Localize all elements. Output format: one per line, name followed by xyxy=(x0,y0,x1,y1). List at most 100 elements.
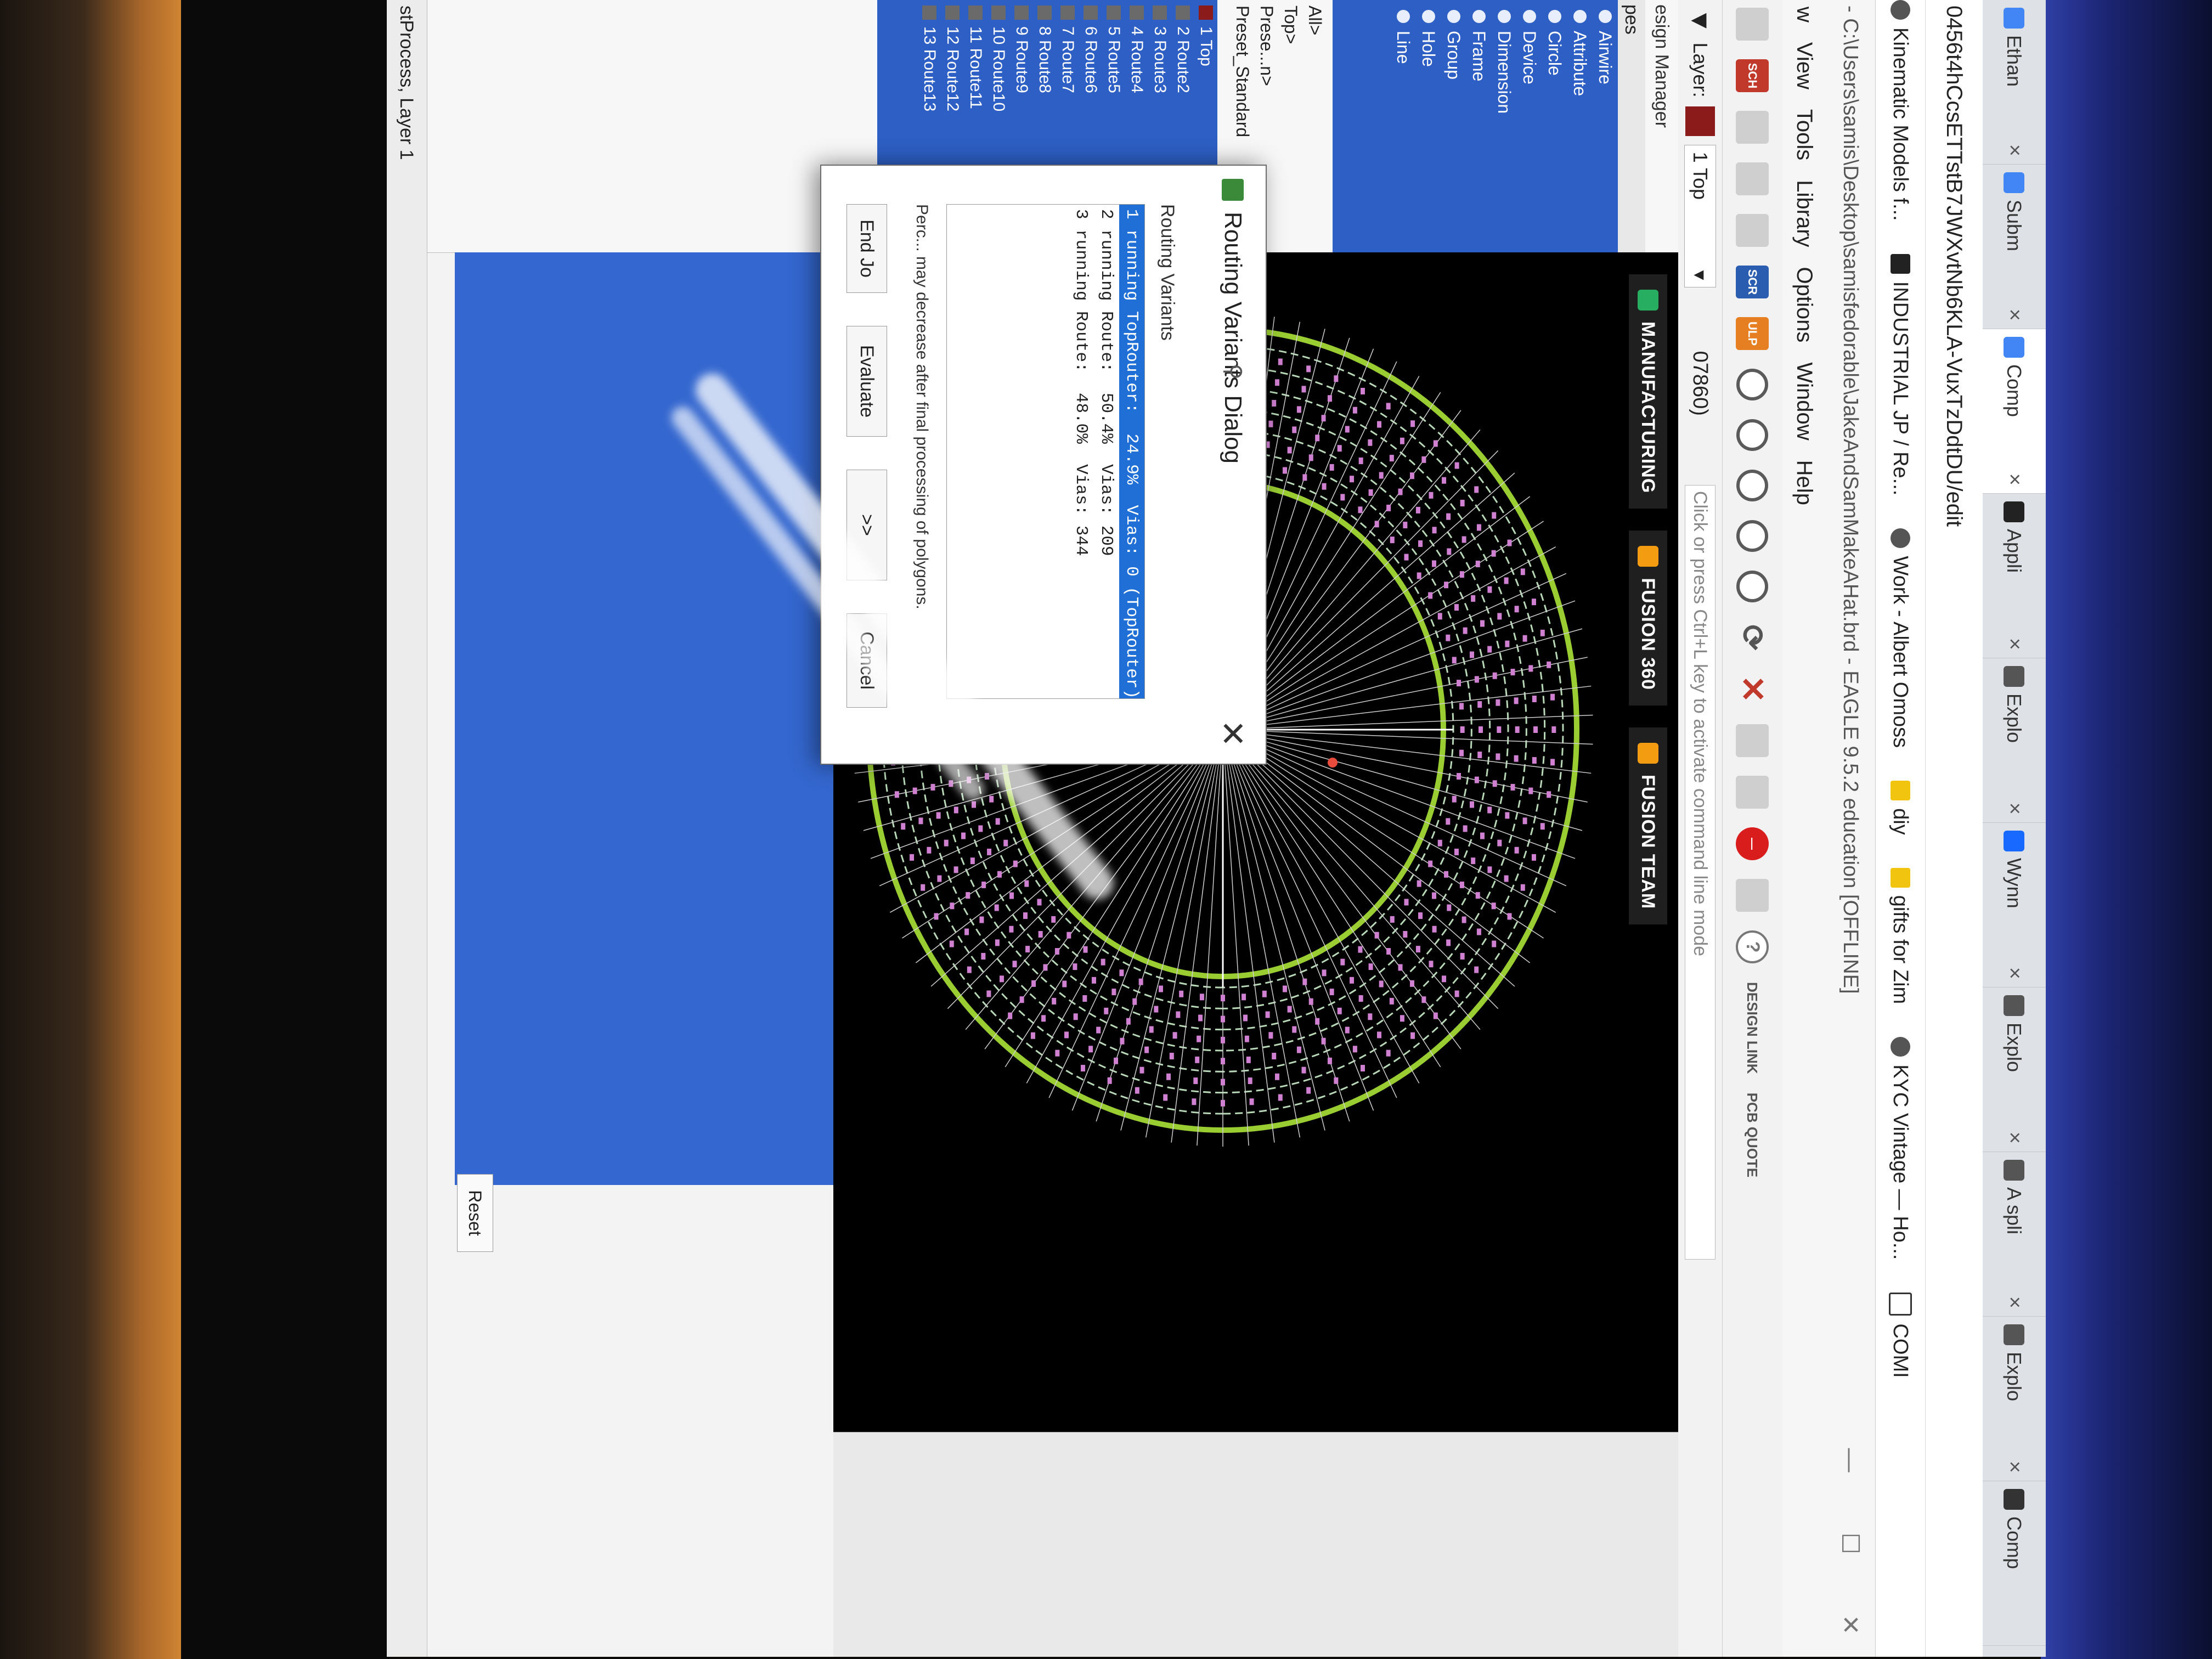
close-icon[interactable]: × xyxy=(2002,803,2026,815)
close-icon[interactable]: × xyxy=(2002,144,2026,156)
browser-tab[interactable]: Subm × xyxy=(1983,165,2046,329)
browser-tab[interactable]: Explo × xyxy=(1983,658,2046,823)
fusion-360-badge[interactable]: FUSION 360 xyxy=(1629,531,1667,706)
help-icon[interactable]: ? xyxy=(1736,930,1769,963)
component-pad xyxy=(995,818,1000,825)
browser-tab[interactable]: Ethan × xyxy=(1983,0,2046,165)
scr-button[interactable]: SCR xyxy=(1736,266,1769,298)
redo-icon[interactable] xyxy=(1736,776,1769,809)
menu-item[interactable]: w xyxy=(1792,7,1817,22)
end-job-button[interactable]: End Jo xyxy=(847,204,887,293)
close-icon[interactable]: × xyxy=(2002,1461,2026,1473)
pin-icon[interactable]: ⚲ xyxy=(1221,364,1246,380)
bookmark-item[interactable]: Work - Albert Omoss xyxy=(1889,528,1912,748)
browser-tab[interactable]: A spli × xyxy=(1983,1152,2046,1317)
type-item[interactable]: Hole xyxy=(1416,0,1441,252)
fusion-team-badge[interactable]: FUSION TEAM xyxy=(1629,727,1667,925)
layer-select[interactable]: 1 Top ▾ xyxy=(1684,144,1716,287)
bookmark-item[interactable]: INDUSTRIAL JP / Re... xyxy=(1889,253,1912,495)
address-bar[interactable]: 0456t4hCcsETTstB7JWXvtNb6KLA-VuxTzDdtDU/… xyxy=(1925,0,1983,1657)
menu-window[interactable]: Window xyxy=(1792,362,1817,440)
origin-marker xyxy=(1328,758,1338,768)
component-pad xyxy=(1019,996,1024,1003)
type-item[interactable]: Group xyxy=(1441,0,1466,252)
pcb-quote-button[interactable]: PCB QUOTE xyxy=(1745,1093,1761,1178)
filter-tree-item[interactable]: Top> xyxy=(1279,5,1303,258)
variant-row-selected[interactable]: 1 running TopRouter: 24.9% Vias: 0 (TopR… xyxy=(1119,205,1144,699)
type-item[interactable]: Frame xyxy=(1466,0,1492,252)
type-item[interactable]: Circle xyxy=(1542,0,1567,252)
folder-icon xyxy=(1891,867,1910,888)
browser-tab[interactable]: Explo × xyxy=(1983,1317,2046,1481)
cam-icon[interactable] xyxy=(1736,162,1769,195)
menu-tools[interactable]: Tools xyxy=(1792,109,1817,160)
filter-tree-item[interactable]: All> xyxy=(1303,5,1327,258)
filter-icon[interactable]: ▼ xyxy=(1685,8,1716,34)
maximize-icon[interactable]: ☐ xyxy=(1837,1533,1865,1554)
library-icon[interactable] xyxy=(1736,214,1769,247)
zoom-fit-icon[interactable] xyxy=(1736,369,1769,400)
command-line-input[interactable]: Click or press Ctrl+L key to activate co… xyxy=(1685,484,1716,1260)
redraw-icon[interactable]: ⟳ xyxy=(1736,621,1770,654)
close-icon[interactable]: × xyxy=(2002,967,2026,979)
type-item[interactable]: Device xyxy=(1517,0,1542,252)
component-pad xyxy=(1158,985,1163,992)
browser-tab[interactable]: Comp xyxy=(1983,1481,2046,1646)
bookmark-item[interactable]: COMI xyxy=(1889,1293,1912,1378)
browser-tab-active[interactable]: Comp × xyxy=(1983,329,2046,494)
type-icon xyxy=(1422,10,1435,23)
evaluate-button[interactable]: Evaluate xyxy=(847,326,887,437)
ulp-button[interactable]: ULP xyxy=(1736,317,1769,350)
variant-row[interactable]: 3 running Route: 48.0% Vias: 344 xyxy=(1069,205,1094,698)
bookmark-folder[interactable]: diy xyxy=(1889,781,1912,835)
bookmarks-bar: Kinematic Models f... INDUSTRIAL JP / Re… xyxy=(1875,0,1925,1657)
browser-tab[interactable]: Wynn × xyxy=(1983,823,2046,988)
close-icon[interactable]: × xyxy=(2002,473,2026,486)
menu-options[interactable]: Options xyxy=(1792,267,1817,343)
reset-button[interactable]: Reset xyxy=(457,1174,493,1252)
bookmark-item[interactable]: Kinematic Models f... xyxy=(1889,0,1912,221)
undo-icon[interactable] xyxy=(1736,724,1769,757)
close-icon[interactable]: ✕ xyxy=(1837,1615,1865,1635)
type-item[interactable]: Airwire xyxy=(1593,0,1618,252)
browser-tab[interactable]: Appli × xyxy=(1983,494,2046,658)
type-item[interactable]: Line xyxy=(1391,0,1416,252)
component-pad xyxy=(1272,1052,1277,1059)
menu-help[interactable]: Help xyxy=(1792,460,1817,505)
board-icon[interactable] xyxy=(1736,111,1769,144)
zoom-area-icon[interactable] xyxy=(1736,571,1769,602)
go-icon[interactable] xyxy=(1736,879,1769,912)
stop-icon[interactable]: — xyxy=(1736,827,1769,860)
variants-list[interactable]: 1 running TopRouter: 24.9% Vias: 0 (TopR… xyxy=(946,204,1145,699)
menu-library[interactable]: Library xyxy=(1792,180,1817,247)
manufacturing-badge[interactable]: MANUFACTURING xyxy=(1629,274,1667,509)
type-item[interactable]: Dimension xyxy=(1492,0,1517,252)
browser-tab[interactable]: Explo × xyxy=(1983,988,2046,1152)
component-pad xyxy=(1432,527,1437,534)
bookmark-item[interactable]: KYC Vintage — Ho... xyxy=(1889,1037,1912,1260)
print-icon[interactable] xyxy=(1736,8,1769,41)
folder-icon xyxy=(1891,781,1910,801)
component-pad xyxy=(1475,892,1480,899)
close-icon[interactable]: × xyxy=(2002,309,2026,321)
type-item[interactable]: Attribute xyxy=(1567,0,1593,252)
zoom-out-icon[interactable] xyxy=(1736,470,1769,501)
variant-row[interactable]: 2 running Route: 50.4% Vias: 209 xyxy=(1094,205,1119,698)
close-icon[interactable]: ✕ xyxy=(1213,720,1251,747)
layer-color-swatch xyxy=(1176,5,1190,20)
x-tool-icon[interactable]: ✕ xyxy=(1735,673,1771,706)
component-pad xyxy=(1172,1032,1177,1039)
design-link-button[interactable]: DESIGN LINK xyxy=(1745,982,1761,1074)
close-icon[interactable]: × xyxy=(2002,1296,2026,1308)
component-pad xyxy=(1547,661,1551,668)
menu-view[interactable]: View xyxy=(1792,42,1817,89)
close-icon[interactable]: × xyxy=(2002,1132,2026,1144)
component-pad xyxy=(1415,946,1420,953)
zoom-in-icon[interactable] xyxy=(1736,419,1769,451)
close-icon[interactable]: × xyxy=(2002,638,2026,650)
minimize-icon[interactable]: — xyxy=(1837,1448,1865,1472)
bookmark-folder[interactable]: gifts for Zim xyxy=(1889,867,1912,1004)
zoom-select-icon[interactable] xyxy=(1736,520,1769,552)
fusion-icon xyxy=(1638,546,1658,567)
sch-button[interactable]: SCH xyxy=(1736,59,1769,92)
